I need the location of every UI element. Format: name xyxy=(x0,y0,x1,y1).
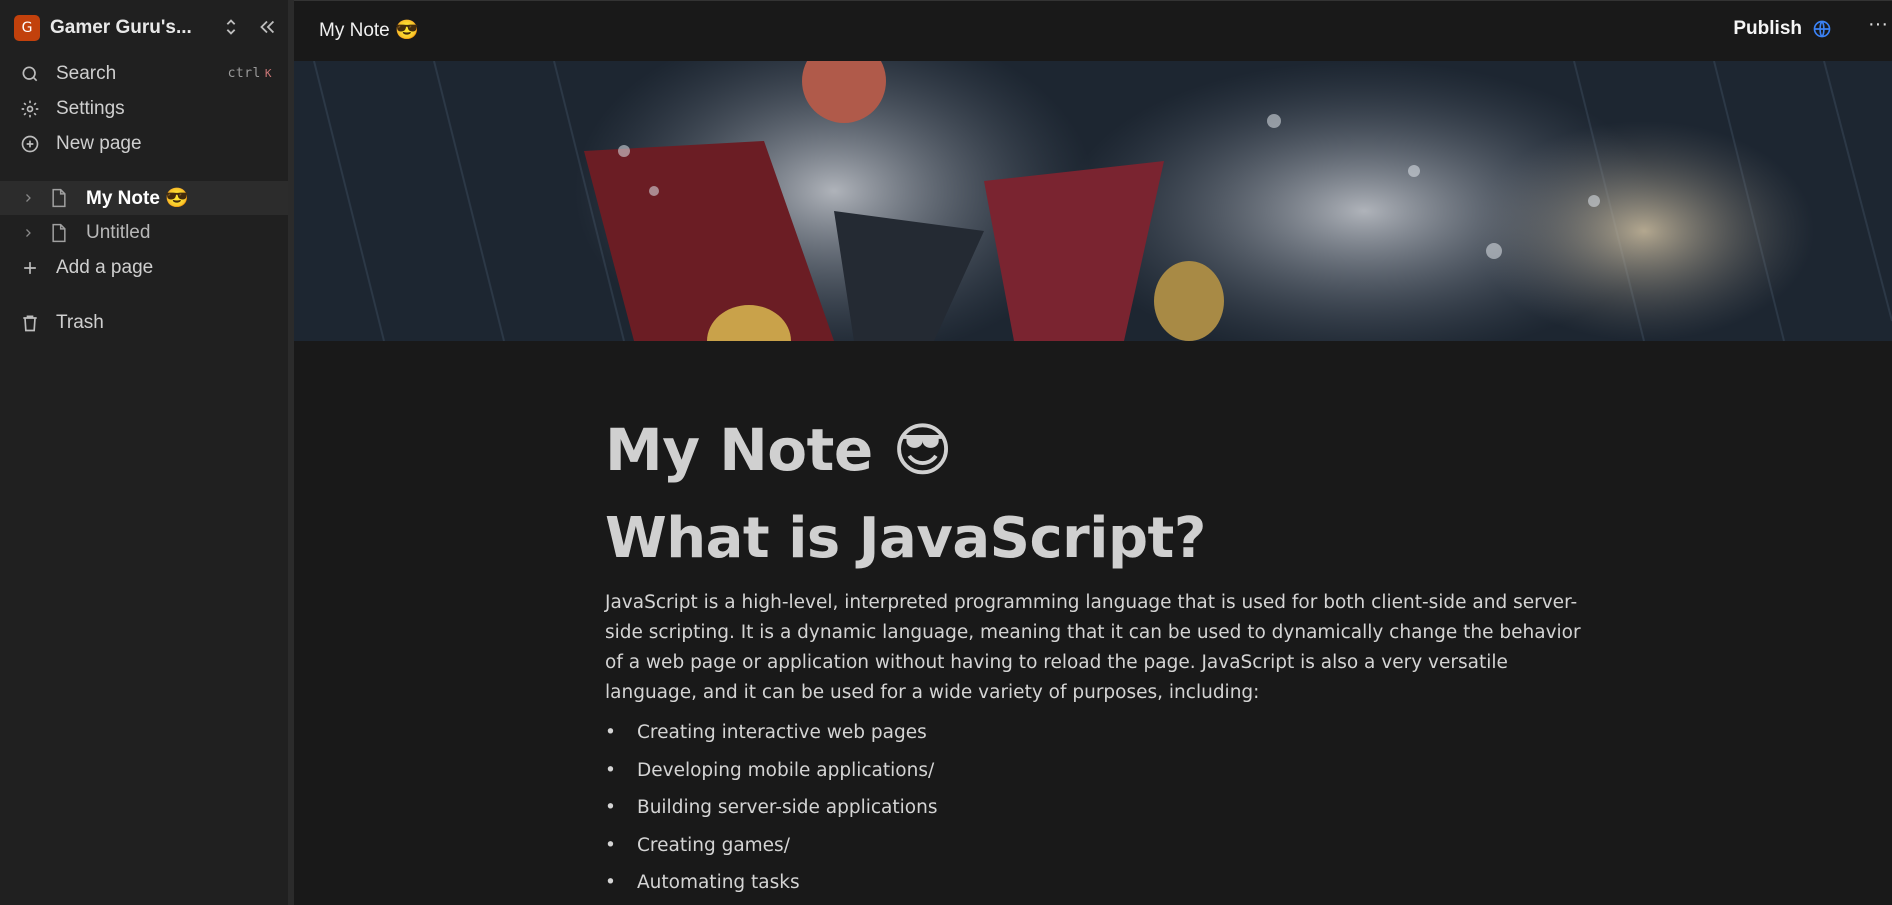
settings-button[interactable]: Settings xyxy=(0,92,288,126)
cover-image[interactable] xyxy=(294,61,1892,341)
bullet-icon: • xyxy=(605,797,616,818)
search-icon xyxy=(19,63,41,85)
bullet-icon: • xyxy=(605,872,616,893)
list-item[interactable]: • Creating games/ xyxy=(605,827,1595,865)
settings-label: Settings xyxy=(56,98,125,119)
sidebar: G Gamer Guru's... Search ctrl K Settings… xyxy=(0,0,294,905)
main-area: My Note 😎 Publish ··· My Note 😎 What is … xyxy=(294,0,1892,905)
globe-icon xyxy=(1813,20,1831,38)
collapse-sidebar-icon[interactable] xyxy=(256,16,278,43)
trash-icon xyxy=(19,312,41,334)
document-icon xyxy=(50,188,70,208)
trash-button[interactable]: Trash xyxy=(0,306,288,340)
new-page-button[interactable]: New page xyxy=(0,127,288,161)
bullet-icon: • xyxy=(605,722,616,743)
list-item[interactable]: • Creating interactive web pages xyxy=(605,714,1595,752)
workspace-name: Gamer Guru's... xyxy=(50,17,192,38)
add-page-button[interactable]: Add a page xyxy=(0,251,288,285)
plus-circle-icon xyxy=(19,133,41,155)
chevron-right-icon[interactable] xyxy=(22,227,36,239)
new-page-label: New page xyxy=(56,133,142,154)
publish-label: Publish xyxy=(1733,18,1802,39)
add-page-label: Add a page xyxy=(56,257,154,278)
sidebar-page-label: My Note 😎 xyxy=(86,188,189,209)
bullet-icon: • xyxy=(605,759,616,781)
list-item[interactable]: • Automating tasks xyxy=(605,864,1595,902)
bullet-list: • Creating interactive web pages • Develop… xyxy=(605,714,1595,902)
breadcrumb[interactable]: My Note 😎 xyxy=(319,18,419,42)
paragraph[interactable]: JavaScript is a high-level, interpreted … xyxy=(605,588,1585,708)
top-bar: My Note 😎 Publish ··· xyxy=(294,0,1892,62)
sidebar-page-untitled[interactable]: Untitled xyxy=(0,216,288,250)
workspace-avatar: G xyxy=(14,15,40,41)
heading-1[interactable]: What is JavaScript? xyxy=(605,504,1595,574)
trash-label: Trash xyxy=(56,312,104,333)
document-icon xyxy=(50,223,70,243)
bullet-icon: • xyxy=(605,834,616,856)
chevron-updown-icon[interactable] xyxy=(220,16,242,43)
search-label: Search xyxy=(56,63,117,84)
search-button[interactable]: Search ctrl K xyxy=(0,57,288,91)
gear-icon xyxy=(19,98,41,120)
plus-icon xyxy=(19,257,41,279)
search-shortcut: ctrl K xyxy=(227,66,272,81)
chevron-right-icon[interactable] xyxy=(22,192,36,204)
list-item[interactable]: • Building server-side applications xyxy=(605,789,1595,827)
sidebar-page-my-note[interactable]: My Note 😎 xyxy=(0,181,288,215)
more-options-button[interactable]: ··· xyxy=(1864,13,1892,43)
document-body: My Note 😎 What is JavaScript? JavaScript… xyxy=(605,410,1595,902)
workspace-switcher[interactable]: G Gamer Guru's... xyxy=(14,14,284,42)
page-title[interactable]: My Note 😎 xyxy=(605,410,1595,490)
sidebar-page-label: Untitled xyxy=(86,222,151,243)
list-item[interactable]: • Developing mobile applications/ xyxy=(605,752,1595,790)
cover-artwork xyxy=(294,61,1892,341)
publish-button[interactable]: Publish xyxy=(1733,18,1832,40)
